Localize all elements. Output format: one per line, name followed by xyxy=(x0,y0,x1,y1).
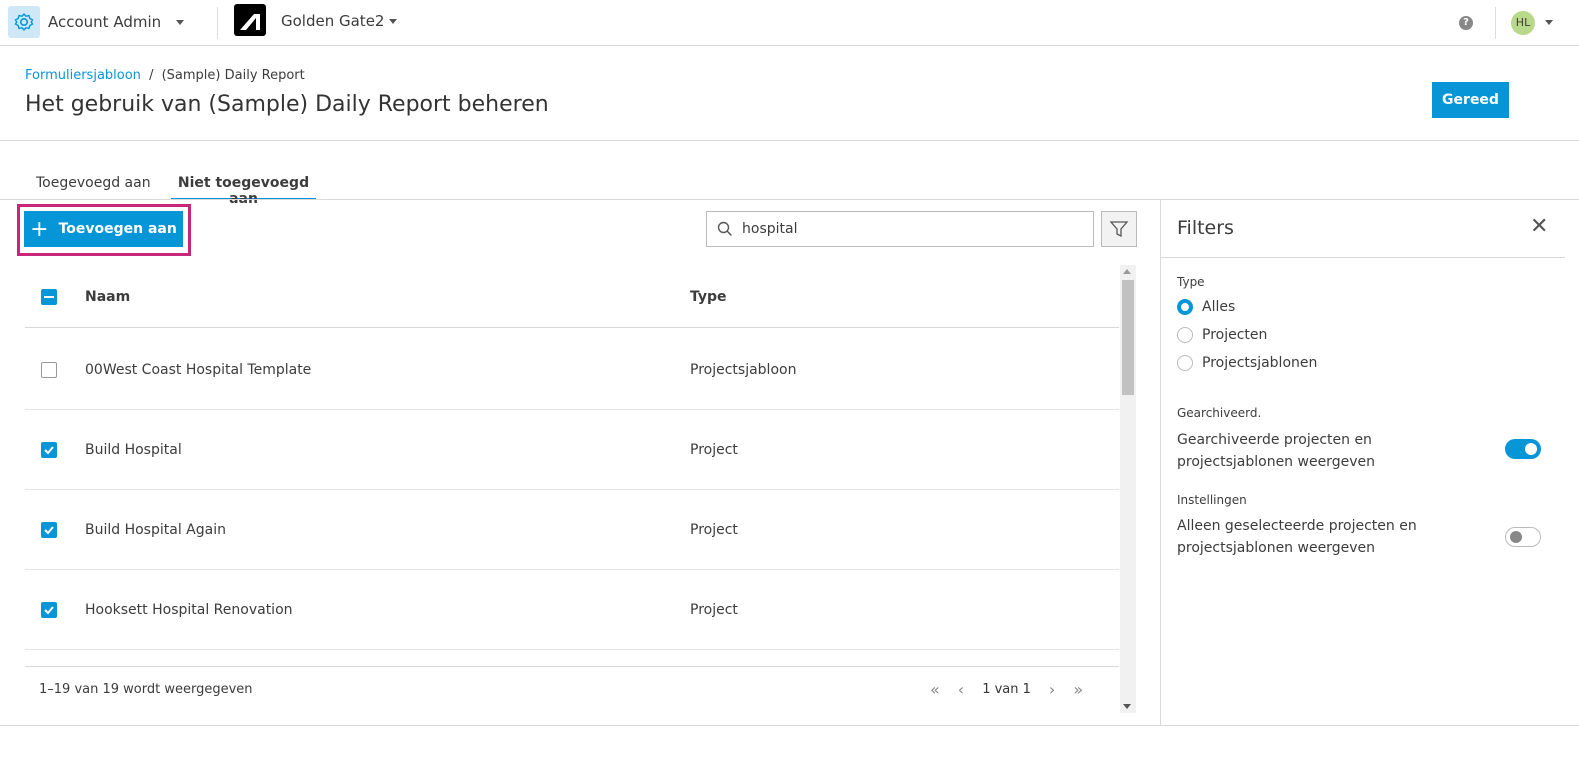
filter-button[interactable] xyxy=(1101,211,1137,247)
row-type: Project xyxy=(690,522,738,538)
scrollbar[interactable] xyxy=(1120,265,1136,713)
row-type: Projectsjabloon xyxy=(690,362,797,378)
radio-label: Projectsjablonen xyxy=(1202,355,1318,371)
divider xyxy=(25,666,1119,667)
radio-indicator xyxy=(1177,327,1193,343)
breadcrumb: Formuliersjabloon / (Sample) Daily Repor… xyxy=(25,68,305,83)
radio-indicator xyxy=(1177,355,1193,371)
row-checkbox[interactable] xyxy=(41,522,57,538)
divider xyxy=(1160,257,1565,258)
close-icon[interactable]: ✕ xyxy=(1530,214,1548,239)
row-checkbox[interactable] xyxy=(41,442,57,458)
first-page-icon[interactable]: « xyxy=(930,680,940,699)
help-icon[interactable]: ? xyxy=(1459,16,1473,30)
filter-icon xyxy=(1109,221,1129,238)
radio-label: Alles xyxy=(1202,299,1236,315)
breadcrumb-separator: / xyxy=(149,68,154,83)
table-row[interactable]: Hooksett Hospital Renovation Project xyxy=(25,570,1119,650)
avatar[interactable]: HL xyxy=(1511,11,1535,35)
project-name: Golden Gate2 xyxy=(281,12,385,30)
radio-indicator xyxy=(1177,299,1193,315)
table-row[interactable]: Build Hospital Project xyxy=(25,410,1119,490)
breadcrumb-link[interactable]: Formuliersjabloon xyxy=(25,68,141,83)
chevron-down-icon[interactable] xyxy=(1545,20,1553,25)
radio-projecten[interactable]: Projecten xyxy=(1177,327,1317,343)
row-checkbox[interactable] xyxy=(41,602,57,618)
row-type: Project xyxy=(690,602,738,618)
select-all-checkbox[interactable] xyxy=(41,289,57,305)
filters-title: Filters xyxy=(1177,217,1234,239)
plus-icon: + xyxy=(30,216,49,242)
divider xyxy=(0,725,1579,726)
type-radio-group: Alles Projecten Projectsjablonen xyxy=(1177,299,1317,371)
tab-toegevoegd[interactable]: Toegevoegd aan xyxy=(36,175,151,191)
row-name: 00West Coast Hospital Template xyxy=(85,362,312,378)
scrollbar-thumb[interactable] xyxy=(1122,280,1134,395)
prev-page-icon[interactable]: ‹ xyxy=(958,680,964,699)
row-name: Hooksett Hospital Renovation xyxy=(85,602,293,618)
search-icon xyxy=(717,221,732,236)
archived-toggle[interactable] xyxy=(1505,439,1541,459)
page-indicator: 1 van 1 xyxy=(982,682,1031,697)
top-bar: Account Admin Golden Gate2 ? HL xyxy=(0,0,1579,46)
breadcrumb-current: (Sample) Daily Report xyxy=(161,68,305,83)
radio-label: Projecten xyxy=(1202,327,1268,343)
gear-icon[interactable] xyxy=(8,6,40,38)
settings-label: Instellingen xyxy=(1177,493,1247,507)
project-switcher[interactable]: Golden Gate2 xyxy=(281,12,398,30)
next-page-icon[interactable]: › xyxy=(1049,680,1055,699)
add-label: Toevoegen aan xyxy=(58,221,177,237)
archived-text: Gearchiveerde projecten en projectsjablo… xyxy=(1177,432,1375,470)
column-type[interactable]: Type xyxy=(690,289,727,305)
divider xyxy=(1495,7,1496,39)
settings-text: Alleen geselecteerde projecten en projec… xyxy=(1177,518,1417,556)
table-row[interactable]: 00West Coast Hospital Template Projectsj… xyxy=(25,330,1119,410)
autodesk-logo xyxy=(234,4,266,36)
pagination: « ‹ 1 van 1 › » xyxy=(930,680,1083,699)
row-checkbox[interactable] xyxy=(41,362,57,378)
account-name: Account Admin xyxy=(48,13,162,31)
done-button[interactable]: Gereed xyxy=(1432,82,1509,118)
search-value: hospital xyxy=(742,221,798,237)
archived-label: Gearchiveerd. xyxy=(1177,406,1262,420)
search-input[interactable]: hospital xyxy=(706,211,1094,247)
divider xyxy=(217,7,218,39)
radio-alles[interactable]: Alles xyxy=(1177,299,1317,315)
column-name[interactable]: Naam xyxy=(85,289,130,305)
filters-panel: Filters ✕ Type Alles Projecten Projectsj… xyxy=(1160,200,1565,725)
type-label: Type xyxy=(1177,275,1205,289)
table-row[interactable]: Build Hospital Again Project xyxy=(25,490,1119,570)
last-page-icon[interactable]: » xyxy=(1073,680,1083,699)
add-to-button[interactable]: + Toevoegen aan xyxy=(24,211,183,247)
row-name: Build Hospital Again xyxy=(85,522,226,538)
page-header: Formuliersjabloon / (Sample) Daily Repor… xyxy=(0,46,1579,141)
row-type: Project xyxy=(690,442,738,458)
tab-niet-toegevoegd[interactable]: Niet toegevoegd aan xyxy=(171,175,316,207)
page-title: Het gebruik van (Sample) Daily Report be… xyxy=(25,92,549,117)
result-count: 1–19 van 19 wordt weergegeven xyxy=(39,682,253,697)
selected-only-toggle[interactable] xyxy=(1505,527,1541,547)
row-name: Build Hospital xyxy=(85,442,182,458)
radio-projectsjablonen[interactable]: Projectsjablonen xyxy=(1177,355,1317,371)
account-switcher[interactable]: Account Admin xyxy=(48,13,184,31)
table-header: Naam Type xyxy=(25,265,1119,328)
